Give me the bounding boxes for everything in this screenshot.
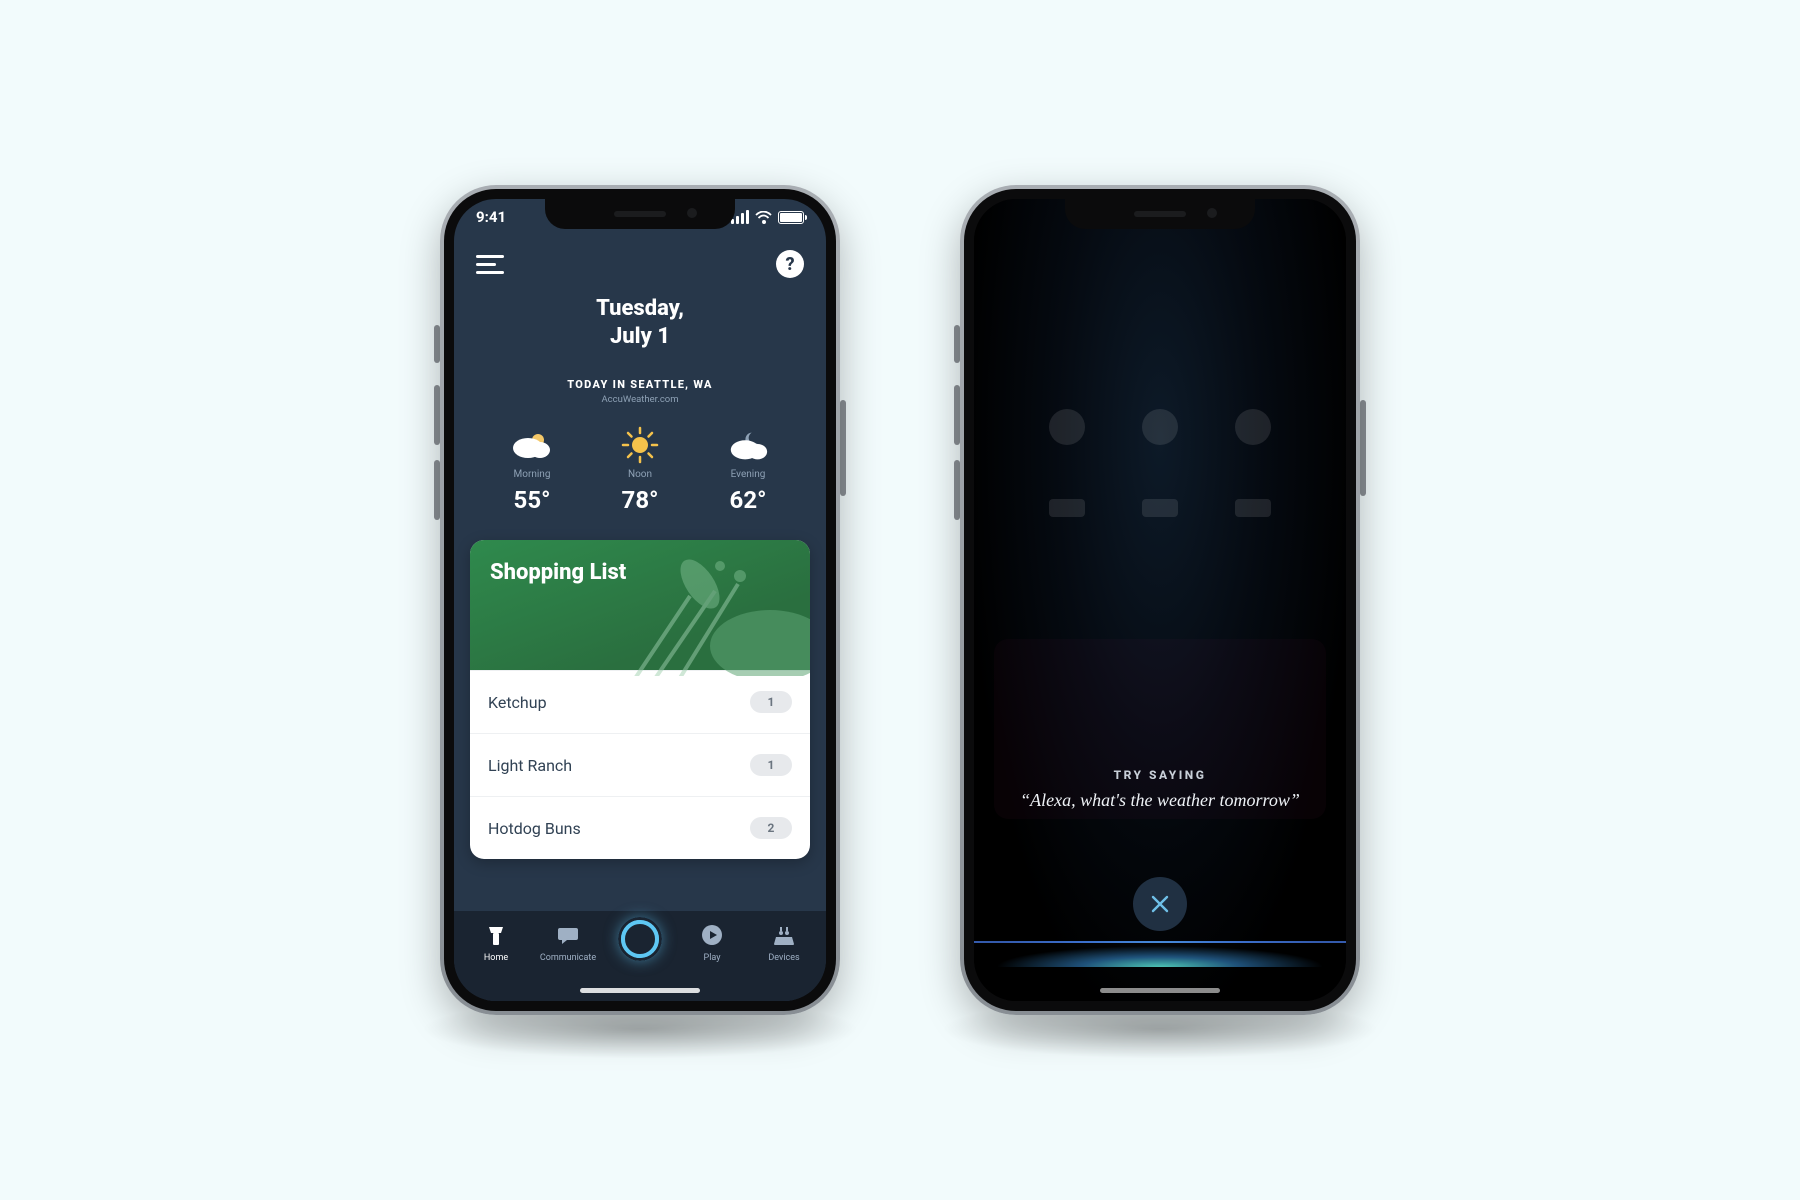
list-item[interactable]: Hotdog Buns 2 [470, 796, 810, 859]
home-icon [482, 921, 510, 949]
list-item-count: 1 [750, 691, 792, 713]
list-item-name: Ketchup [488, 693, 547, 712]
list-item-count: 1 [750, 754, 792, 776]
forecast-morning-temp: 55° [514, 486, 551, 514]
phone-left: 9:41 ? [440, 185, 840, 1015]
tab-play-label: Play [704, 953, 721, 963]
tab-devices[interactable]: Devices [753, 921, 815, 963]
forecast-noon[interactable]: Noon 78° [618, 427, 662, 514]
forecast-evening-temp: 62° [730, 486, 767, 514]
power-button [1360, 400, 1366, 496]
card-title: Shopping List [490, 560, 626, 585]
try-saying-block: TRY SAYING “Alexa, what's the weather to… [974, 768, 1346, 811]
weather-location: TODAY IN SEATTLE, WA [454, 378, 826, 391]
battery-icon [778, 211, 804, 224]
screen-home: 9:41 ? [454, 199, 826, 1001]
home-indicator[interactable] [580, 988, 700, 993]
partly-cloudy-icon [510, 427, 554, 463]
shopping-list-card[interactable]: Shopping List [470, 540, 810, 859]
list-item[interactable]: Ketchup 1 [470, 670, 810, 733]
tab-home-label: Home [484, 953, 508, 963]
shopping-list-header: Shopping List [470, 540, 810, 670]
sunny-icon [618, 427, 662, 463]
voice-wave-indicator [974, 941, 1346, 967]
top-bar: ? [454, 239, 826, 289]
tab-alexa[interactable] [609, 917, 671, 965]
forecast-evening-label: Evening [731, 469, 766, 480]
help-glyph: ? [785, 254, 794, 275]
communicate-icon [554, 921, 582, 949]
power-button [840, 400, 846, 496]
date-heading: Tuesday, July 1 [454, 295, 826, 350]
forecast-noon-temp: 78° [622, 486, 659, 514]
tab-communicate[interactable]: Communicate [537, 921, 599, 963]
tab-communicate-label: Communicate [540, 953, 596, 963]
home-content[interactable]: Tuesday, July 1 TODAY IN SEATTLE, WA Acc… [454, 289, 826, 921]
close-button[interactable] [1133, 877, 1187, 931]
utensils-illustration [620, 540, 810, 676]
notch [545, 199, 735, 229]
forecast-evening[interactable]: Evening 62° [726, 427, 770, 514]
try-saying-phrase: “Alexa, what's the weather tomorrow” [1000, 790, 1320, 811]
wifi-icon [755, 211, 772, 224]
help-button[interactable]: ? [776, 250, 804, 278]
list-item-count: 2 [750, 817, 792, 839]
menu-icon[interactable] [476, 255, 504, 274]
night-cloudy-icon [726, 427, 770, 463]
status-time: 9:41 [476, 208, 506, 226]
play-icon [698, 921, 726, 949]
weather-attribution: AccuWeather.com [454, 394, 826, 405]
phone-right: TRY SAYING “Alexa, what's the weather to… [960, 185, 1360, 1015]
close-icon [1149, 893, 1171, 915]
screen-listening: TRY SAYING “Alexa, what's the weather to… [974, 199, 1346, 1001]
notch [1065, 199, 1255, 229]
home-indicator[interactable] [1100, 988, 1220, 993]
tab-home[interactable]: Home [465, 921, 527, 963]
forecast-row: Morning 55° [454, 405, 826, 522]
alexa-icon [618, 917, 662, 961]
list-item-name: Hotdog Buns [488, 819, 581, 838]
tab-play[interactable]: Play [681, 921, 743, 963]
list-item-name: Light Ranch [488, 756, 572, 775]
devices-icon [770, 921, 798, 949]
tab-devices-label: Devices [768, 953, 799, 963]
date-line-1: Tuesday, [454, 295, 826, 323]
try-saying-label: TRY SAYING [1000, 768, 1320, 782]
date-line-2: July 1 [454, 323, 826, 351]
forecast-morning[interactable]: Morning 55° [510, 427, 554, 514]
forecast-morning-label: Morning [514, 469, 551, 480]
status-indicators [731, 210, 804, 224]
forecast-noon-label: Noon [628, 469, 652, 480]
list-item[interactable]: Light Ranch 1 [470, 733, 810, 796]
